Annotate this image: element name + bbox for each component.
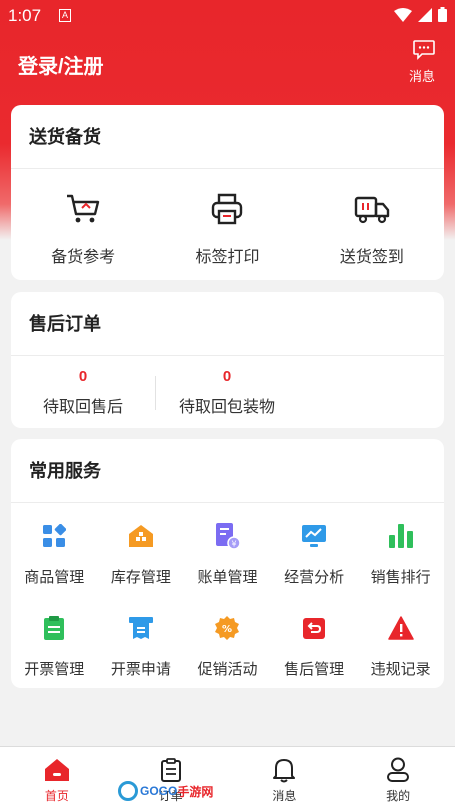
user-icon — [387, 757, 410, 782]
promotion-label: 促销活动 — [197, 661, 258, 678]
printer-icon — [212, 193, 243, 225]
invoice-receipt-icon — [128, 617, 153, 639]
svg-text:%: % — [222, 624, 232, 635]
business-analysis-button[interactable]: 经营分析 — [271, 519, 358, 611]
bill-management-label: 账单管理 — [197, 569, 258, 586]
pending-aftersale-label: 待取回售后 — [42, 399, 123, 416]
product-management-label: 商品管理 — [24, 569, 85, 586]
stock-reference-label: 备货参考 — [51, 249, 116, 266]
home-icon — [44, 759, 69, 781]
pending-aftersale-count: 0 — [78, 368, 88, 385]
clipboard-icon — [44, 616, 65, 640]
notification-a-icon: A — [59, 9, 71, 22]
delivery-title: 送货备货 — [11, 105, 444, 169]
product-management-button[interactable]: 商品管理 — [11, 519, 98, 611]
pending-packaging-label: 待取回包装物 — [178, 399, 275, 416]
invoice-management-label: 开票管理 — [24, 661, 85, 678]
tab-home-label: 首页 — [44, 789, 69, 803]
shopping-cart-icon — [67, 194, 100, 223]
aftersale-management-label: 售后管理 — [284, 661, 345, 678]
sales-ranking-label: 销售排行 — [370, 569, 431, 586]
message-button[interactable]: 消息 — [409, 40, 439, 85]
watermark-text-a: GOGO — [140, 784, 178, 798]
delivery-checkin-label: 送货签到 — [339, 249, 404, 266]
inventory-management-button[interactable]: 库存管理 — [98, 519, 185, 611]
tab-mine[interactable]: 我的 — [341, 747, 455, 810]
bell-icon — [273, 759, 296, 783]
pending-packaging-count: 0 — [222, 368, 232, 385]
watermark-text-b: 手游网 — [177, 784, 214, 799]
business-analysis-label: 经营分析 — [284, 569, 345, 586]
label-print-label: 标签打印 — [195, 249, 260, 266]
stock-reference-button[interactable]: 备货参考 — [11, 169, 155, 279]
aftersale-card: 售后订单 0 待取回售后 0 待取回包装物 — [11, 292, 444, 428]
status-bar: 1:07 A — [0, 0, 455, 32]
watermark-logo: GOGO 手游网 — [118, 779, 213, 803]
delivery-card: 送货备货 备货参考 标签打印 送货签到 — [11, 105, 444, 280]
tab-messages-label: 消息 — [272, 789, 297, 803]
bottom-tab-bar: 首页 订单 消息 我的 — [0, 746, 455, 810]
pending-packaging-stat[interactable]: 0 待取回包装物 — [155, 356, 299, 427]
login-register-link[interactable]: 登录/注册 — [18, 50, 104, 79]
warning-triangle-icon — [387, 616, 414, 640]
delivery-truck-icon — [354, 196, 390, 224]
promotion-button[interactable]: % 促销活动 — [184, 611, 271, 703]
sales-ranking-button[interactable]: 销售排行 — [357, 519, 444, 611]
signal-icon — [418, 7, 432, 22]
status-icons — [394, 7, 447, 22]
aftersale-title: 售后订单 — [11, 292, 444, 356]
aftersale-management-button[interactable]: 售后管理 — [271, 611, 358, 703]
message-label: 消息 — [408, 69, 435, 84]
invoice-request-button[interactable]: 开票申请 — [98, 611, 185, 703]
return-box-icon — [303, 618, 326, 639]
label-print-button[interactable]: 标签打印 — [155, 169, 299, 279]
bar-ranking-icon — [388, 524, 413, 548]
status-time: 1:07 — [8, 6, 42, 25]
stat-divider — [155, 376, 156, 410]
services-card: 常用服务 商品管理 库存管理 ¥ 账单管理 经营分析 销售排行 开票管理 开票申… — [11, 439, 444, 688]
tab-mine-label: 我的 — [386, 789, 411, 803]
battery-icon — [438, 7, 447, 22]
tab-home[interactable]: 首页 — [0, 747, 114, 810]
pending-aftersale-stat[interactable]: 0 待取回售后 — [11, 356, 155, 427]
services-title: 常用服务 — [11, 439, 444, 503]
product-grid-icon — [43, 524, 67, 547]
analytics-monitor-icon — [302, 525, 327, 547]
violation-records-button[interactable]: 违规记录 — [357, 611, 444, 703]
chat-bubble-icon — [413, 40, 435, 60]
bill-icon: ¥ — [216, 523, 242, 550]
app-header: 登录/注册 消息 — [0, 32, 455, 92]
delivery-checkin-button[interactable]: 送货签到 — [300, 169, 444, 279]
svg-text:¥: ¥ — [232, 540, 237, 549]
warehouse-icon — [128, 525, 153, 547]
wifi-icon — [394, 7, 412, 22]
discount-badge-icon: % — [215, 616, 240, 640]
invoice-request-label: 开票申请 — [110, 661, 171, 678]
tab-messages[interactable]: 消息 — [228, 747, 342, 810]
violation-records-label: 违规记录 — [370, 661, 431, 678]
invoice-management-button[interactable]: 开票管理 — [11, 611, 98, 703]
watermark-circle-icon — [118, 781, 138, 801]
bill-management-button[interactable]: ¥ 账单管理 — [184, 519, 271, 611]
inventory-management-label: 库存管理 — [110, 569, 171, 586]
